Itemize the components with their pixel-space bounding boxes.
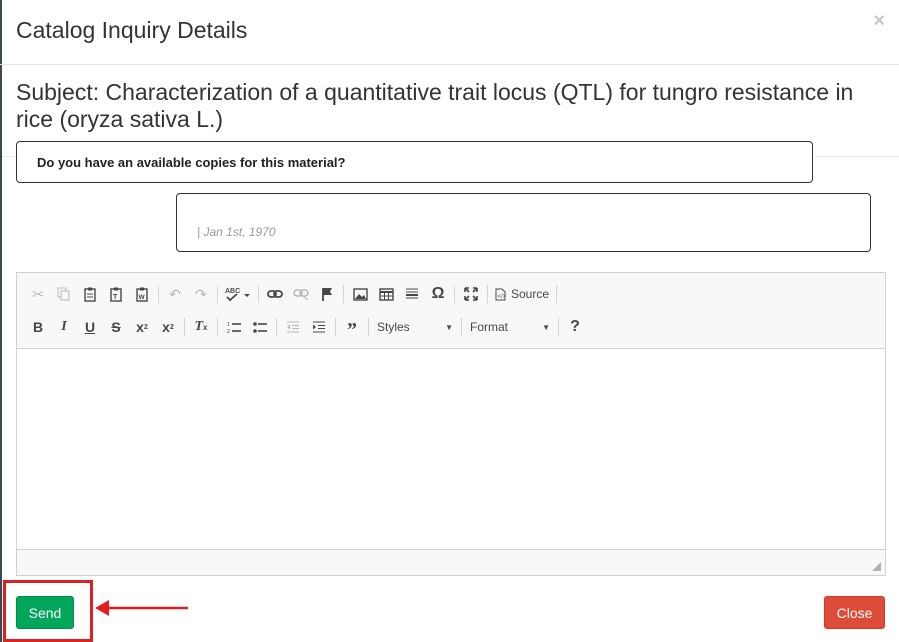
editor-toolbar-row-1: ✂ T W ↶ ↷ ABC Ω </> Source	[25, 280, 560, 308]
reply-message: | Jan 1st, 1970	[176, 193, 871, 252]
spellcheck-icon[interactable]: ABC	[221, 281, 255, 307]
format-dropdown[interactable]: Format ▼	[465, 316, 555, 338]
modal-title: Catalog Inquiry Details	[16, 17, 248, 43]
question-text: Do you have an available copies for this…	[37, 155, 346, 170]
reply-date: | Jan 1st, 1970	[197, 225, 276, 239]
toolbar-separator	[158, 285, 159, 303]
bold-icon[interactable]: B	[25, 314, 51, 340]
redo-icon[interactable]: ↷	[188, 281, 214, 307]
toolbar-separator	[258, 285, 259, 303]
paste-text-icon[interactable]: T	[103, 281, 129, 307]
indent-icon[interactable]	[306, 314, 332, 340]
toolbar-separator	[217, 285, 218, 303]
toolbar-separator	[368, 318, 369, 336]
editor-content-area[interactable]	[17, 348, 885, 550]
maximize-icon[interactable]	[458, 281, 484, 307]
toolbar-separator	[454, 285, 455, 303]
editor-toolbar-row-2: B I U S x2 x2 Tx 12 ” Styles ▼ Format ▼ …	[25, 313, 588, 341]
underline-icon[interactable]: U	[77, 314, 103, 340]
numbered-list-icon[interactable]: 12	[221, 314, 247, 340]
strikethrough-icon[interactable]: S	[103, 314, 129, 340]
bulleted-list-icon[interactable]	[247, 314, 273, 340]
format-label: Format	[470, 320, 509, 334]
table-icon[interactable]	[373, 281, 399, 307]
toolbar-separator	[343, 285, 344, 303]
anchor-flag-icon[interactable]	[314, 281, 340, 307]
arrow-left-icon	[95, 600, 188, 616]
close-button[interactable]: Close	[824, 596, 885, 629]
svg-text:2: 2	[227, 329, 230, 334]
close-icon[interactable]: ×	[873, 11, 885, 31]
toolbar-separator	[184, 318, 185, 336]
chevron-down-icon: ▼	[445, 322, 453, 332]
svg-text:1: 1	[227, 322, 230, 328]
link-icon[interactable]	[262, 281, 288, 307]
source-label: Source	[511, 287, 550, 301]
special-char-icon[interactable]: Ω	[425, 281, 451, 307]
toolbar-separator	[461, 318, 462, 336]
paste-icon[interactable]	[77, 281, 103, 307]
toolbar-separator	[335, 318, 336, 336]
help-icon[interactable]: ?	[562, 314, 588, 340]
svg-text:ABC: ABC	[225, 288, 240, 295]
toolbar-separator	[217, 318, 218, 336]
svg-text:</>: </>	[498, 294, 507, 300]
source-button[interactable]: </> Source	[491, 281, 553, 307]
blockquote-icon[interactable]: ”	[339, 311, 365, 343]
rich-text-editor: ✂ T W ↶ ↷ ABC Ω </> Source B I U S x 2 x…	[16, 272, 886, 576]
question-message: Do you have an available copies for this…	[16, 141, 813, 183]
copy-icon[interactable]	[51, 281, 77, 307]
italic-icon[interactable]: I	[51, 314, 77, 340]
superscript-icon[interactable]: x2	[155, 314, 181, 340]
svg-text:T: T	[113, 294, 118, 301]
remove-format-icon[interactable]: Tx	[188, 314, 214, 340]
styles-dropdown[interactable]: Styles ▼	[372, 316, 458, 338]
paste-word-icon[interactable]: W	[129, 281, 155, 307]
outdent-icon[interactable]	[280, 314, 306, 340]
subject-text: Subject: Characterization of a quantitat…	[16, 79, 854, 132]
toolbar-separator	[487, 285, 488, 303]
styles-label: Styles	[377, 320, 410, 334]
modal-header: Catalog Inquiry Details ×	[0, 0, 899, 65]
image-icon[interactable]	[347, 281, 373, 307]
chevron-down-icon: ▼	[542, 322, 550, 332]
horizontal-rule-icon[interactable]	[399, 281, 425, 307]
source-icon: </>	[495, 288, 507, 300]
subscript-icon[interactable]: x2	[129, 314, 155, 340]
window-left-edge	[0, 0, 2, 642]
unlink-icon[interactable]	[288, 281, 314, 307]
toolbar-separator	[276, 318, 277, 336]
send-button[interactable]: Send	[16, 596, 74, 629]
undo-icon[interactable]: ↶	[162, 281, 188, 307]
cut-icon[interactable]: ✂	[25, 281, 51, 307]
toolbar-separator	[556, 285, 558, 303]
resize-handle-icon[interactable]	[872, 562, 881, 571]
toolbar-separator	[558, 318, 559, 336]
svg-text:W: W	[139, 294, 146, 301]
